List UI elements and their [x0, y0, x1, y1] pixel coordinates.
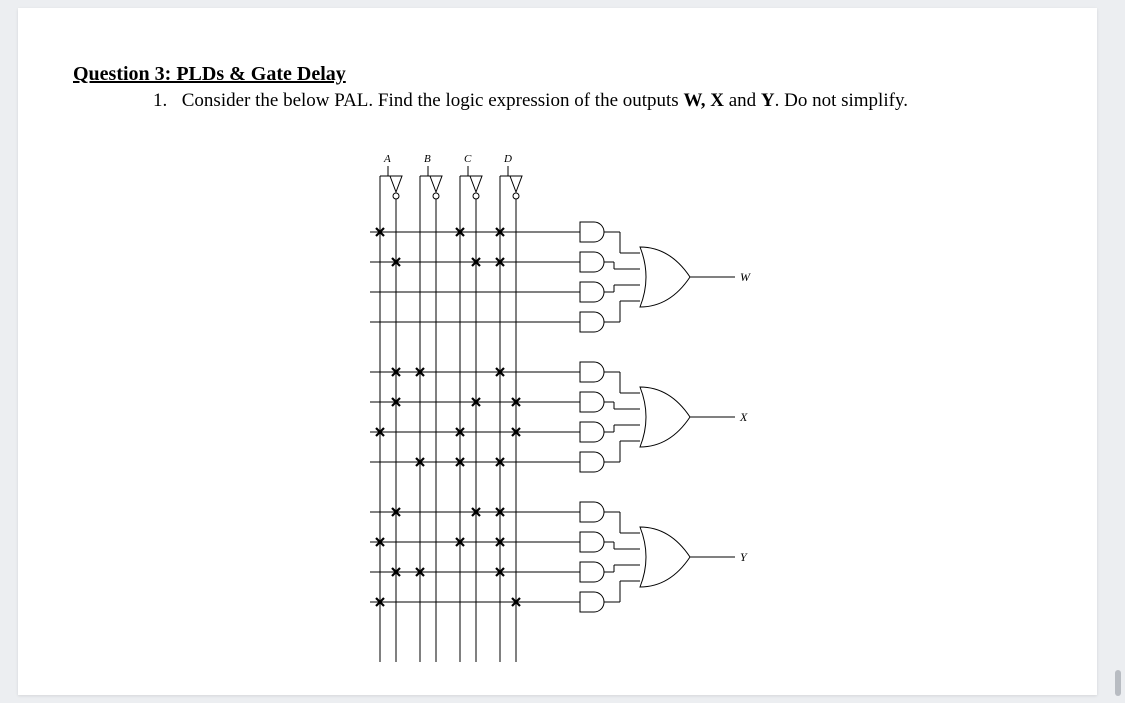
fuse-marks — [376, 228, 520, 606]
question-title: Question 3: PLDs & Gate Delay — [73, 63, 1047, 86]
item-text: Consider the below PAL. Find the logic e… — [182, 90, 684, 111]
item-text: and — [724, 90, 761, 111]
item-bold: Y — [761, 90, 775, 111]
scrollbar-thumb[interactable] — [1115, 670, 1121, 696]
label-B: B — [424, 153, 431, 165]
or-outputs — [690, 277, 735, 557]
product-lines — [370, 232, 580, 602]
label-Y: Y — [740, 550, 748, 564]
item-text: . Do not simplify. — [775, 90, 908, 111]
pal-diagram: A B C — [340, 152, 780, 672]
item-bold: W, X — [683, 90, 723, 111]
scrollbar[interactable] — [1113, 0, 1121, 703]
and-to-or-wires — [604, 232, 640, 602]
and-gates — [580, 222, 604, 612]
or-gates — [640, 247, 690, 587]
item-number: 1. — [153, 90, 177, 112]
question-item: 1. Consider the below PAL. Find the logi… — [73, 90, 1047, 112]
label-W: W — [740, 270, 751, 284]
document-page: Question 3: PLDs & Gate Delay 1. Conside… — [18, 8, 1097, 695]
label-A: A — [383, 153, 391, 165]
label-C: C — [464, 153, 472, 165]
label-D: D — [503, 153, 512, 165]
input-B: B — [420, 153, 442, 662]
label-X: X — [739, 410, 748, 424]
